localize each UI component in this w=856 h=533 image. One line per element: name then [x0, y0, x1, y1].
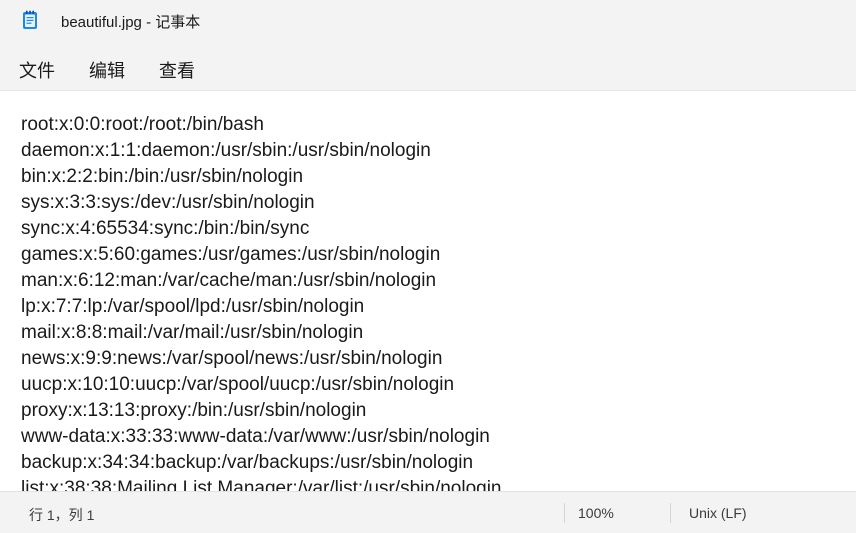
text-line: sys:x:3:3:sys:/dev:/usr/sbin/nologin [21, 192, 315, 213]
text-line: mail:x:8:8:mail:/var/mail:/usr/sbin/nolo… [21, 322, 364, 343]
menu-bar: 文件 编辑 查看 [0, 42, 856, 90]
notepad-window: beautiful.jpg - 记事本 文件 编辑 查看 root:x:0:0:… [0, 0, 856, 533]
text-line: sync:x:4:65534:sync:/bin:/bin/sync [21, 218, 310, 239]
text-editor[interactable]: root:x:0:0:root:/root:/bin/bash daemon:x… [0, 90, 856, 492]
text-line: daemon:x:1:1:daemon:/usr/sbin:/usr/sbin/… [21, 140, 431, 161]
status-divider [670, 503, 671, 523]
notepad-icon [22, 10, 38, 30]
text-line: backup:x:34:34:backup:/var/backups:/usr/… [21, 452, 474, 473]
text-line: www-data:x:33:33:www-data:/var/www:/usr/… [21, 426, 490, 447]
menu-edit[interactable]: 编辑 [89, 55, 125, 85]
line-ending: Unix (LF) [689, 505, 747, 521]
text-line: list:x:38:38:Mailing List Manager:/var/l… [21, 478, 502, 492]
text-line: proxy:x:13:13:proxy:/bin:/usr/sbin/nolog… [21, 400, 367, 421]
text-line: man:x:6:12:man:/var/cache/man:/usr/sbin/… [21, 270, 437, 291]
text-line: games:x:5:60:games:/usr/games:/usr/sbin/… [21, 244, 441, 265]
window-title: beautiful.jpg - 记事本 [61, 14, 201, 31]
menu-view[interactable]: 查看 [159, 55, 195, 85]
text-line: root:x:0:0:root:/root:/bin/bash [21, 114, 264, 135]
menu-file[interactable]: 文件 [19, 55, 55, 85]
text-line: lp:x:7:7:lp:/var/spool/lpd:/usr/sbin/nol… [21, 296, 365, 317]
status-divider [564, 503, 565, 523]
text-line: uucp:x:10:10:uucp:/var/spool/uucp:/usr/s… [21, 374, 455, 395]
status-bar: 行 1，列 1 100% Unix (LF) [0, 491, 856, 533]
title-bar[interactable]: beautiful.jpg - 记事本 [0, 0, 856, 42]
zoom-level: 100% [578, 505, 614, 521]
cursor-position: 行 1，列 1 [29, 507, 95, 523]
text-line: bin:x:2:2:bin:/bin:/usr/sbin/nologin [21, 166, 304, 187]
text-line: news:x:9:9:news:/var/spool/news:/usr/sbi… [21, 348, 443, 369]
editor-content[interactable]: root:x:0:0:root:/root:/bin/bash daemon:x… [21, 112, 502, 492]
